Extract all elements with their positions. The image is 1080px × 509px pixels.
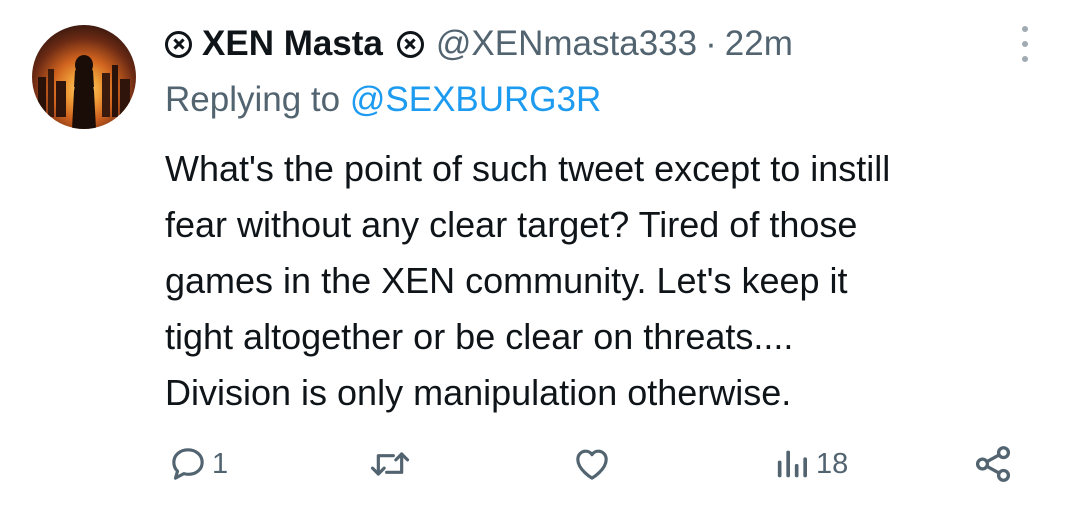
tweet-text-line: Division is only manipulation otherwise. <box>165 372 792 413</box>
reply-icon <box>172 448 204 480</box>
header-separator: · <box>705 24 717 63</box>
retweet-button[interactable] <box>368 438 416 490</box>
reply-count: 1 <box>212 447 229 480</box>
share-button[interactable] <box>972 438 1014 490</box>
like-button[interactable] <box>572 438 616 490</box>
replying-to-mention[interactable]: @SEXBURG3R <box>350 80 601 119</box>
heart-icon <box>576 449 608 480</box>
retweet-icon <box>370 452 410 476</box>
tweet-actions: 1 18 <box>0 438 1080 490</box>
replying-to-label: Replying to <box>165 80 341 119</box>
avatar-image <box>38 55 130 129</box>
tweet-text-line: games in the XEN community. Let's keep i… <box>165 260 848 301</box>
views-button[interactable]: 18 <box>772 438 848 490</box>
x-circle-badge-icon <box>396 30 424 58</box>
views-chart-icon <box>777 450 807 478</box>
tweet-text-line: fear without any clear target? Tired of … <box>165 204 858 245</box>
tweet-text-line: What's the point of such tweet except to… <box>165 148 891 189</box>
views-count: 18 <box>816 447 849 480</box>
more-options-icon[interactable] <box>1020 26 1030 62</box>
author-handle[interactable]: @XENmasta333 <box>436 24 697 64</box>
share-icon <box>975 446 1011 482</box>
author-display-name[interactable]: XEN Masta <box>202 24 383 64</box>
tweet-text: What's the point of such tweet except to… <box>165 141 1065 421</box>
tweet-header: XEN Masta @XENmasta333 · 22m <box>165 22 793 66</box>
x-circle-icon <box>165 30 192 58</box>
tweet-timestamp[interactable]: 22m <box>725 24 793 64</box>
reply-button[interactable]: 1 <box>168 438 228 490</box>
tweet-text-line: tight altogether or be clear on threats.… <box>165 316 794 357</box>
replying-to: Replying to @SEXBURG3R <box>165 80 601 120</box>
avatar[interactable] <box>32 25 136 129</box>
